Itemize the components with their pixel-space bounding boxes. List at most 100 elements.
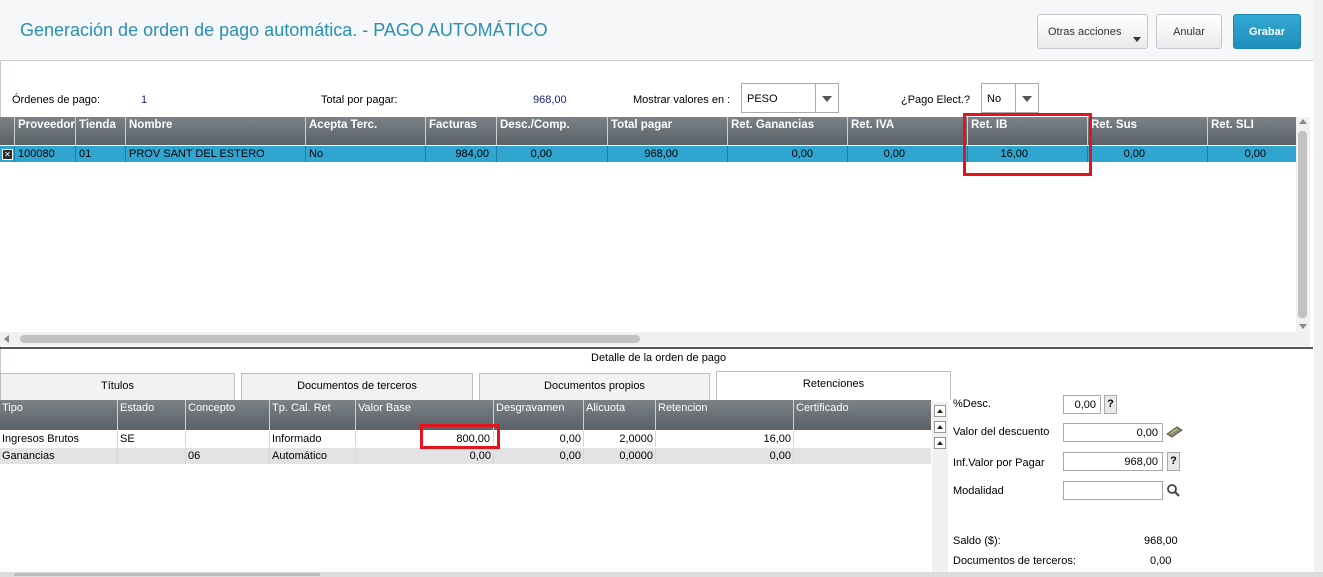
discount-value-label: Valor del descuento	[953, 426, 1050, 438]
cell-total-pagar[interactable]: 968,00	[608, 146, 728, 162]
scroll-top-icon[interactable]	[934, 405, 946, 417]
currency-select[interactable]: PESO	[741, 83, 839, 113]
cell-certificado[interactable]	[794, 431, 931, 447]
save-button[interactable]: Grabar	[1233, 14, 1301, 49]
other-actions-button[interactable]: Otras acciones	[1037, 14, 1148, 49]
col-header-nombre[interactable]: Nombre	[126, 117, 306, 145]
orders-horizontal-scrollbar[interactable]	[0, 332, 1310, 346]
cell-alicuota[interactable]: 0,0000	[584, 448, 656, 464]
scroll-left-icon[interactable]	[4, 335, 9, 343]
orders-vertical-scrollbar[interactable]	[1296, 117, 1310, 332]
cell-nombre[interactable]: PROV SANT DEL ESTERO	[126, 146, 306, 162]
col-header-retencion[interactable]: Retencion	[656, 400, 794, 430]
chevron-down-icon[interactable]	[1015, 84, 1038, 112]
orders-count-value: 1	[141, 94, 148, 106]
col-header-desc-comp[interactable]: Desc./Comp.	[497, 117, 608, 145]
col-header-tienda[interactable]: Tienda	[76, 117, 126, 145]
table-row[interactable]: ✕ 100080 01 PROV SANT DEL ESTERO No 984,…	[0, 146, 1296, 162]
discount-value-field[interactable]: 0,00	[1063, 423, 1163, 442]
cell-concepto[interactable]	[186, 431, 270, 447]
modality-field[interactable]	[1063, 481, 1163, 500]
cell-tp-cal-ret[interactable]: Informado	[270, 431, 356, 447]
tab-titulos[interactable]: Títulos	[0, 373, 235, 400]
scrollbar-thumb[interactable]	[14, 573, 320, 576]
search-icon[interactable]	[1166, 483, 1181, 498]
col-header-alicuota[interactable]: Alicuota	[584, 400, 656, 430]
col-header-total-pagar[interactable]: Total pagar	[608, 117, 728, 145]
help-icon[interactable]: ?	[1104, 395, 1117, 414]
col-header-estado[interactable]: Estado	[118, 400, 186, 430]
chevron-down-icon	[1133, 37, 1141, 42]
tab-retenciones[interactable]: Retenciones	[716, 371, 951, 400]
cell-estado[interactable]	[118, 448, 186, 464]
col-header-ret-sli[interactable]: Ret. SLI	[1208, 117, 1296, 145]
col-header-tp-cal-ret[interactable]: Tp. Cal. Ret	[270, 400, 356, 430]
col-header-acepta-terc[interactable]: Acepta Terc.	[306, 117, 426, 145]
scroll-up-icon[interactable]	[1299, 119, 1307, 124]
electronic-payment-select[interactable]: No	[981, 83, 1039, 113]
cell-certificado[interactable]	[794, 448, 931, 464]
cell-ret-ganancias[interactable]: 0,00	[728, 146, 848, 162]
cell-tipo[interactable]: Ingresos Brutos	[0, 431, 118, 447]
col-header-desgravamen[interactable]: Desgravamen	[494, 400, 584, 430]
cell-desgravamen[interactable]: 0,00	[494, 448, 584, 464]
cell-desc-comp[interactable]: 0,00	[497, 146, 608, 162]
tab-documentos-terceros[interactable]: Documentos de terceros	[241, 373, 473, 400]
cell-estado[interactable]: SE	[118, 431, 186, 447]
third-party-docs-value: 0,00	[1150, 555, 1172, 567]
scroll-up-icon[interactable]	[934, 437, 946, 449]
electronic-payment-value: No	[987, 93, 1002, 105]
third-party-docs-label: Documentos de terceros:	[953, 555, 1076, 567]
cash-icon[interactable]	[1166, 425, 1183, 438]
currency-select-value: PESO	[747, 93, 778, 105]
balance-label: Saldo ($):	[953, 535, 1001, 547]
col-header-ret-iva[interactable]: Ret. IVA	[848, 117, 968, 145]
cell-ret-iva[interactable]: 0,00	[848, 146, 968, 162]
cell-retencion[interactable]: 0,00	[656, 448, 794, 464]
checkbox-checked-icon[interactable]: ✕	[2, 149, 13, 160]
cell-tp-cal-ret[interactable]: Automático	[270, 448, 356, 464]
discount-percent-field[interactable]: 0,00	[1063, 395, 1101, 414]
cell-acepta-terc[interactable]: No	[306, 146, 426, 162]
scrollbar-thumb[interactable]	[20, 335, 640, 343]
cell-tienda[interactable]: 01	[76, 146, 126, 162]
col-header-ret-sus[interactable]: Ret. Sus	[1088, 117, 1208, 145]
scroll-down-icon[interactable]	[1299, 324, 1307, 329]
page-title: Generación de orden de pago automática. …	[20, 20, 548, 40]
grid-corner	[0, 117, 15, 145]
highlight-box-valor-base	[420, 424, 500, 449]
cell-ret-sli[interactable]: 0,00	[1208, 146, 1296, 162]
show-values-label: Mostrar valores en :	[633, 94, 731, 106]
col-header-tipo[interactable]: Tipo	[0, 400, 118, 430]
cell-valor-base[interactable]: 0,00	[356, 448, 494, 464]
cancel-button[interactable]: Anular	[1156, 14, 1222, 49]
col-header-ret-ganancias[interactable]: Ret. Ganancias	[728, 117, 848, 145]
scroll-page-up-icon[interactable]	[934, 421, 946, 433]
chevron-down-icon[interactable]	[815, 84, 838, 112]
table-row[interactable]: Ganancias 06 Automático 0,00 0,00 0,0000…	[0, 448, 931, 464]
row-select-cell[interactable]: ✕	[0, 146, 15, 162]
header-bar: Generación de orden de pago automática. …	[0, 0, 1313, 61]
scrollbar-thumb[interactable]	[1298, 131, 1307, 318]
window-horizontal-scrollbar[interactable]	[0, 572, 1323, 577]
cell-alicuota[interactable]: 2,0000	[584, 431, 656, 447]
col-header-concepto[interactable]: Concepto	[186, 400, 270, 430]
cell-retencion[interactable]: 16,00	[656, 431, 794, 447]
cell-concepto[interactable]: 06	[186, 448, 270, 464]
col-header-facturas[interactable]: Facturas	[426, 117, 497, 145]
cell-facturas[interactable]: 984,00	[426, 146, 497, 162]
orders-grid[interactable]: Proveedor Tienda Nombre Acepta Terc. Fac…	[0, 117, 1296, 332]
help-icon[interactable]: ?	[1167, 452, 1180, 471]
cell-desgravamen[interactable]: 0,00	[494, 431, 584, 447]
col-header-proveedor[interactable]: Proveedor	[15, 117, 76, 145]
tab-documentos-propios[interactable]: Documentos propios	[479, 373, 710, 400]
cell-proveedor[interactable]: 100080	[15, 146, 76, 162]
cell-tipo[interactable]: Ganancias	[0, 448, 118, 464]
amount-to-pay-field[interactable]: 968,00	[1063, 452, 1163, 471]
col-header-certificado[interactable]: Certificado	[794, 400, 931, 430]
retenciones-vertical-scrollbar[interactable]	[932, 402, 948, 577]
electronic-payment-label: ¿Pago Elect.?	[901, 94, 971, 106]
total-to-pay-value: 968,00	[533, 94, 567, 106]
cell-ret-sus[interactable]: 0,00	[1088, 146, 1208, 162]
panel-divider	[0, 347, 1313, 349]
